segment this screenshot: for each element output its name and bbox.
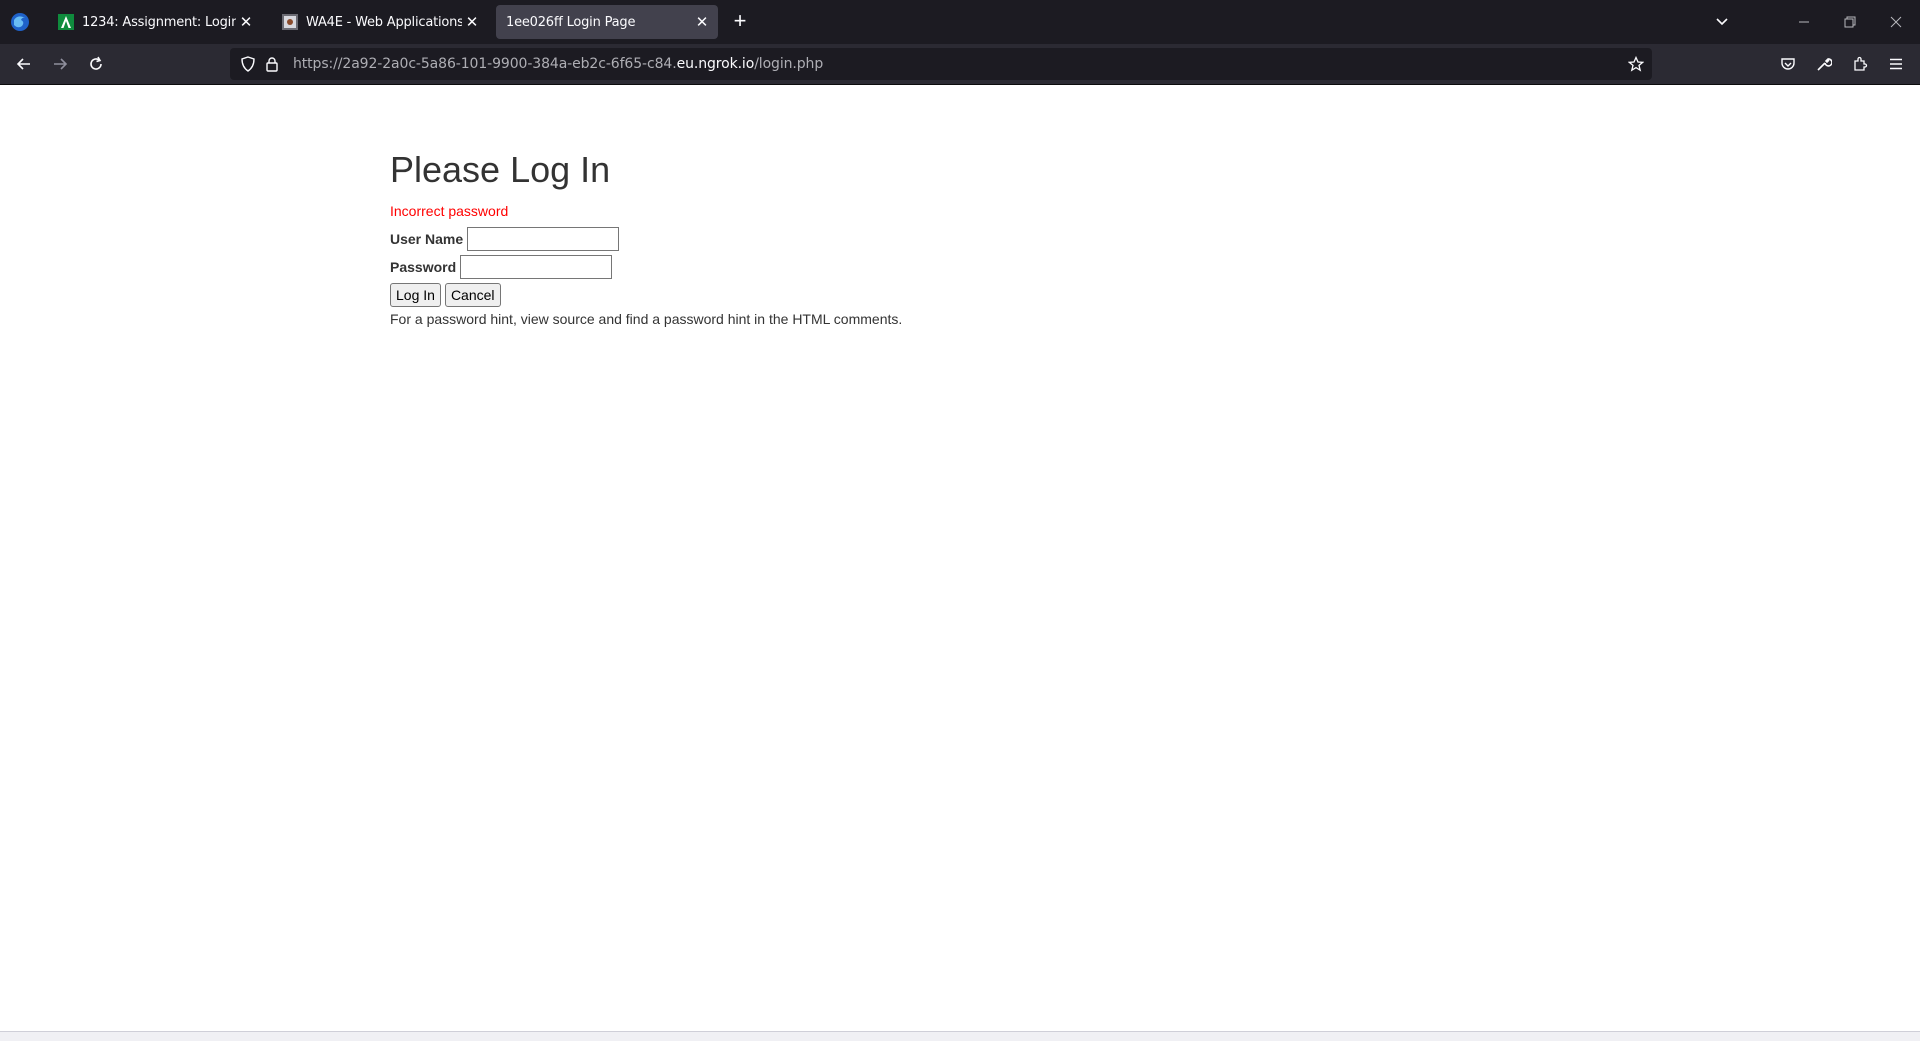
- tab-wa4e[interactable]: WA4E - Web Applications for E ✕: [270, 5, 488, 39]
- navigation-toolbar: https://2a92-2a0c-5a86-101-9900-384a-eb2…: [0, 44, 1920, 85]
- username-label: User Name: [390, 231, 464, 247]
- password-hint-text: For a password hint, view source and fin…: [390, 311, 903, 327]
- pocket-icon[interactable]: [1774, 50, 1802, 78]
- bookmark-star-icon[interactable]: [1626, 54, 1646, 74]
- url-host: eu.ngrok.io: [676, 56, 755, 72]
- menu-hamburger-icon[interactable]: [1882, 50, 1910, 78]
- close-icon[interactable]: ✕: [692, 12, 712, 32]
- shield-icon[interactable]: [238, 54, 258, 74]
- wa4e-icon: [282, 14, 298, 30]
- tab-title: 1ee026ff Login Page: [506, 14, 636, 30]
- firefox-logo-icon[interactable]: [10, 12, 30, 32]
- tab-strip: 1234: Assignment: Login and R ✕ WA4E - W…: [0, 0, 1920, 44]
- close-window-icon[interactable]: [1882, 8, 1910, 36]
- page-viewport: Please Log In Incorrect password User Na…: [0, 85, 1920, 1031]
- password-row: Password: [390, 255, 902, 279]
- username-field[interactable]: [467, 227, 620, 251]
- error-message: Incorrect password: [390, 203, 509, 219]
- lock-icon[interactable]: [262, 54, 282, 74]
- tab-login-page[interactable]: 1ee026ff Login Page ✕: [496, 5, 718, 39]
- green-a-icon: [58, 14, 74, 30]
- url-prefix: https://2a92-2a0c-5a86-101-9900-384a-eb2…: [293, 56, 677, 72]
- password-label: Password: [390, 259, 457, 275]
- wrench-icon[interactable]: [1810, 50, 1838, 78]
- extensions-puzzle-icon[interactable]: [1846, 50, 1874, 78]
- username-row: User Name: [390, 227, 902, 251]
- page-title: Please Log In: [390, 149, 611, 190]
- minimize-icon[interactable]: [1790, 8, 1818, 36]
- list-all-tabs-icon[interactable]: [1708, 8, 1736, 36]
- tab-assignment[interactable]: 1234: Assignment: Login and R ✕: [46, 5, 262, 39]
- forward-arrow-icon[interactable]: [46, 50, 74, 78]
- restore-icon[interactable]: [1836, 8, 1864, 36]
- tab-title: WA4E - Web Applications for E: [306, 14, 462, 30]
- close-icon[interactable]: ✕: [236, 12, 256, 32]
- tab-title: 1234: Assignment: Login and R: [82, 14, 236, 30]
- close-icon[interactable]: ✕: [462, 12, 482, 32]
- back-arrow-icon[interactable]: [10, 50, 38, 78]
- new-tab-button[interactable]: +: [728, 10, 752, 34]
- login-button[interactable]: Log In: [390, 283, 441, 307]
- form-buttons: Log In Cancel: [390, 283, 902, 307]
- cancel-button[interactable]: Cancel: [444, 283, 501, 307]
- address-bar[interactable]: https://2a92-2a0c-5a86-101-9900-384a-eb2…: [230, 48, 1652, 80]
- password-field[interactable]: [460, 255, 613, 279]
- url-text[interactable]: https://2a92-2a0c-5a86-101-9900-384a-eb2…: [293, 56, 823, 72]
- reload-icon[interactable]: [82, 50, 110, 78]
- login-container: Please Log In Incorrect password User Na…: [390, 149, 902, 327]
- url-path: /login.php: [754, 56, 824, 72]
